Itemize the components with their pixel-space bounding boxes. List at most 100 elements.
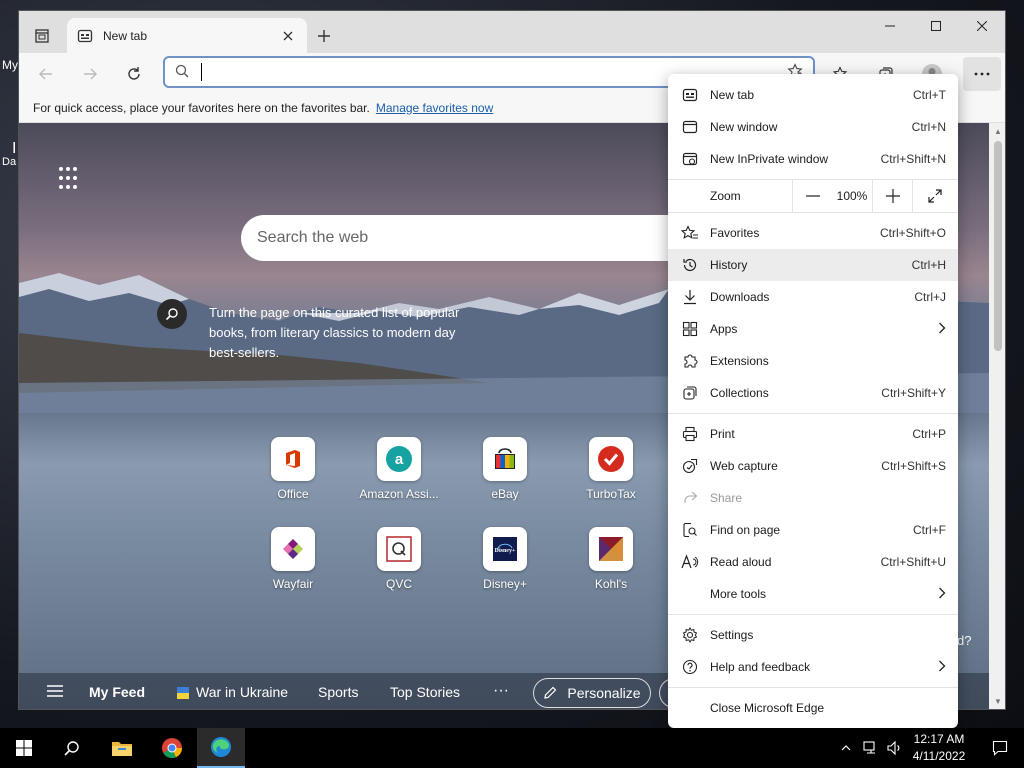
volume-icon[interactable]	[884, 728, 906, 768]
menu-item-extensions[interactable]: Extensions	[668, 345, 958, 377]
menu-item-shortcut: Ctrl+Shift+U	[880, 555, 946, 569]
ukraine-flag-icon	[177, 686, 189, 699]
zoom-in-button[interactable]	[872, 180, 912, 212]
page-scrollbar[interactable]: ▲ ▼	[989, 123, 1005, 709]
feed-tab-sports[interactable]: Sports	[318, 684, 358, 700]
background-image-caption[interactable]: Turn the page on this curated list of po…	[209, 303, 469, 363]
quick-link-amazon-assistant[interactable]: a Amazon Assi...	[349, 437, 449, 501]
taskbar-clock[interactable]: 12:17 AM 4/11/2022	[906, 731, 972, 765]
menu-item-share[interactable]: Share	[668, 482, 958, 514]
full-screen-icon[interactable]	[912, 180, 956, 212]
menu-item-history[interactable]: History Ctrl+H	[668, 249, 958, 281]
menu-item-label: Share	[710, 491, 743, 505]
tab-new-tab[interactable]: New tab	[67, 18, 307, 53]
menu-item-shortcut: Ctrl+Shift+O	[879, 226, 946, 240]
quick-link-office[interactable]: Office	[243, 437, 343, 501]
quick-link-turbotax[interactable]: TurboTax	[561, 437, 661, 501]
maximize-button[interactable]	[913, 11, 959, 41]
image-info-search-icon[interactable]	[157, 299, 187, 329]
menu-item-apps[interactable]: Apps	[668, 313, 958, 345]
menu-item-more-tools[interactable]: More tools	[668, 578, 958, 610]
menu-item-new-inprivate-window[interactable]: New InPrivate window Ctrl+Shift+N	[668, 143, 958, 175]
collections-icon	[680, 383, 700, 403]
feed-more-button[interactable]: ···	[493, 682, 509, 700]
menu-item-label: Help and feedback	[710, 660, 811, 674]
close-tab-icon[interactable]	[279, 27, 297, 45]
menu-item-collections[interactable]: Collections Ctrl+Shift+Y	[668, 377, 958, 409]
clock-date: 4/11/2022	[912, 749, 966, 763]
menu-item-label: Downloads	[710, 290, 770, 304]
zoom-out-button[interactable]	[792, 180, 832, 212]
quick-link-disney-plus[interactable]: Disney+ Disney+	[455, 527, 555, 591]
taskbar-search-icon[interactable]	[48, 728, 96, 768]
edge-taskbar-icon[interactable]	[197, 728, 245, 768]
menu-item-shortcut: Ctrl+Shift+Y	[881, 386, 946, 400]
menu-item-web-capture[interactable]: Web capture Ctrl+Shift+S	[668, 450, 958, 482]
search-icon	[175, 64, 189, 81]
back-button[interactable]	[31, 59, 61, 89]
file-explorer-icon[interactable]	[98, 728, 146, 768]
turbotax-icon	[589, 437, 633, 481]
menu-item-label: Settings	[710, 628, 754, 642]
menu-separator	[668, 687, 958, 688]
scroll-down-icon[interactable]: ▼	[993, 697, 1003, 707]
personalize-button[interactable]: Personalize	[533, 678, 651, 708]
new-tab-button[interactable]	[313, 25, 335, 47]
tab-actions-icon[interactable]	[29, 23, 55, 49]
forward-button[interactable]	[75, 59, 105, 89]
menu-item-downloads[interactable]: Downloads Ctrl+J	[668, 281, 958, 313]
feed-tab-war-in-ukraine[interactable]: War in Ukraine	[196, 684, 288, 700]
menu-item-close-microsoft-edge[interactable]: Close Microsoft Edge	[668, 692, 958, 724]
web-capture-icon	[680, 456, 700, 476]
menu-item-label: Close Microsoft Edge	[710, 701, 825, 715]
desktop-icon-label: Da	[2, 156, 17, 168]
text-caret	[201, 63, 202, 81]
quick-link-ebay[interactable]: eBay	[455, 437, 555, 501]
gear-icon	[680, 625, 700, 645]
quick-link-label: Kohl's	[594, 577, 628, 591]
refresh-button[interactable]	[119, 59, 149, 89]
feed-menu-icon[interactable]	[47, 684, 63, 701]
web-search-box[interactable]: Search the web	[241, 215, 701, 261]
manage-favorites-link[interactable]: Manage favorites now	[376, 101, 493, 115]
zoom-level: 100%	[836, 189, 868, 203]
show-hidden-icons-chevron-up-icon[interactable]	[836, 728, 856, 768]
menu-item-settings[interactable]: Settings	[668, 619, 958, 651]
quick-link-kohls[interactable]: Kohl's	[561, 527, 661, 591]
new-tab-page-icon	[77, 28, 93, 44]
office-icon	[271, 437, 315, 481]
feed-tab-my-feed[interactable]: My Feed	[89, 684, 145, 700]
network-icon[interactable]	[860, 728, 882, 768]
svg-text:a: a	[395, 451, 404, 468]
new-window-icon	[680, 117, 700, 137]
menu-item-help-and-feedback[interactable]: Help and feedback	[668, 651, 958, 683]
start-button[interactable]	[0, 728, 48, 768]
zoom-control: Zoom 100%	[668, 180, 958, 212]
quick-link-label: TurboTax	[586, 487, 636, 501]
menu-item-find-on-page[interactable]: Find on page Ctrl+F	[668, 514, 958, 546]
menu-item-read-aloud[interactable]: Read aloud Ctrl+Shift+U	[668, 546, 958, 578]
menu-item-label: Find on page	[710, 523, 781, 537]
apps-icon	[680, 319, 700, 339]
menu-item-favorites[interactable]: Favorites Ctrl+Shift+O	[668, 217, 958, 249]
scrollbar-thumb[interactable]	[994, 141, 1002, 351]
scroll-up-icon[interactable]: ▲	[993, 127, 1003, 137]
menu-item-shortcut: Ctrl+T	[913, 88, 946, 102]
menu-item-new-window[interactable]: New window Ctrl+N	[668, 111, 958, 143]
close-window-button[interactable]	[959, 11, 1005, 41]
menu-item-print[interactable]: Print Ctrl+P	[668, 418, 958, 450]
amazon-assistant-icon: a	[377, 437, 421, 481]
action-center-icon[interactable]	[976, 728, 1024, 768]
menu-item-label: More tools	[710, 587, 767, 601]
menu-item-shortcut: Ctrl+P	[912, 427, 946, 441]
quick-link-qvc[interactable]: QVC	[349, 527, 449, 591]
minimize-button[interactable]	[867, 11, 913, 41]
quick-link-wayfair[interactable]: Wayfair	[243, 527, 343, 591]
menu-separator	[668, 413, 958, 414]
chrome-icon[interactable]	[148, 728, 196, 768]
feed-tab-top-stories[interactable]: Top Stories	[390, 684, 460, 700]
menu-item-new-tab[interactable]: New tab Ctrl+T	[668, 79, 958, 111]
apps-launcher-icon[interactable]	[59, 167, 83, 191]
settings-and-more-button[interactable]	[963, 57, 1001, 91]
svg-text:Disney+: Disney+	[495, 548, 516, 554]
